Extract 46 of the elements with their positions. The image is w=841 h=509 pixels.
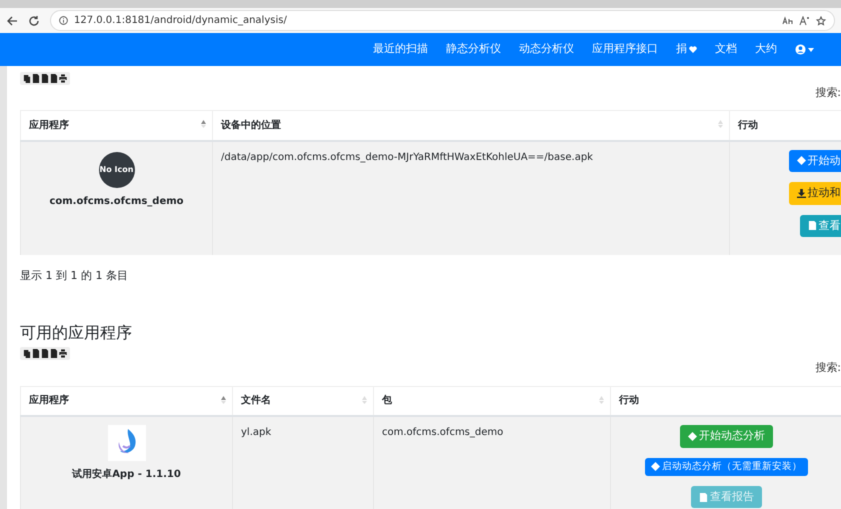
file-icon — [698, 492, 708, 502]
caret-icon — [808, 48, 814, 52]
nav-link-item[interactable]: 文档 — [706, 41, 746, 58]
diamond-icon — [650, 462, 660, 472]
nav-link-item[interactable]: 最近的扫描 — [364, 41, 437, 58]
sort-ascending-icon[interactable] — [201, 120, 206, 128]
nav-link-item[interactable]: 捐 — [667, 41, 706, 58]
action-button[interactable]: 启动动态分析（无需重新安装） — [644, 458, 808, 476]
heart-icon — [689, 46, 697, 53]
copy-icon[interactable] — [23, 349, 31, 358]
action-button[interactable]: 查看 — [800, 214, 841, 237]
star-icon[interactable] — [816, 16, 826, 26]
nav-link-item[interactable]: 动态分析仪 — [510, 41, 583, 58]
diamond-icon — [688, 432, 697, 441]
reload-icon[interactable] — [28, 14, 40, 26]
diamond-icon — [796, 156, 806, 166]
copy-icon[interactable] — [23, 74, 31, 82]
search-label: 搜索: — [814, 84, 841, 100]
translate-icon[interactable] — [782, 16, 793, 25]
file-icon — [808, 221, 816, 230]
print-icon[interactable] — [59, 74, 67, 82]
action-button[interactable]: 开始动 — [788, 150, 841, 172]
user-icon — [795, 44, 806, 55]
nav-link-item[interactable]: 静态分析仪 — [437, 41, 510, 58]
action-button[interactable]: 开始动态分析 — [680, 425, 773, 448]
print-icon[interactable] — [59, 349, 67, 358]
app-placeholder-icon: No Icon — [98, 152, 134, 188]
search-label: 搜索: — [814, 360, 841, 376]
table-cell: yl.apk — [232, 416, 374, 509]
table-info: 显示 1 到 1 的 1 条目 — [20, 268, 129, 284]
table-cell: com.ofcms.ofcms_demo — [374, 416, 610, 509]
sort-ascending-icon[interactable] — [221, 396, 226, 404]
read-aloud-icon[interactable] — [799, 16, 810, 26]
section-title: 可用的应用程序 — [20, 322, 133, 342]
url-text: 127.0.0.1:8181/android/dynamic_analysis/ — [74, 14, 287, 28]
nav-link-item[interactable]: 应用程序接口 — [583, 41, 667, 58]
droplet-logo-icon — [108, 425, 146, 462]
download-icon — [796, 188, 806, 198]
action-button[interactable]: 拉动和 — [788, 182, 841, 204]
app-name: 试用安卓App - 1.1.10 — [70, 467, 182, 482]
nav-link-item[interactable]: 大约 — [746, 41, 786, 58]
info-icon — [59, 16, 68, 25]
app-name: com.ofcms.ofcms_demo — [48, 194, 185, 208]
address-bar[interactable]: 127.0.0.1:8181/android/dynamic_analysis/ — [50, 10, 835, 31]
table-cell: /data/app/com.ofcms.ofcms_demo-MJrYaRMftHWaxEtKohleUA==/base.apk — [212, 140, 730, 255]
back-icon[interactable] — [6, 14, 18, 26]
